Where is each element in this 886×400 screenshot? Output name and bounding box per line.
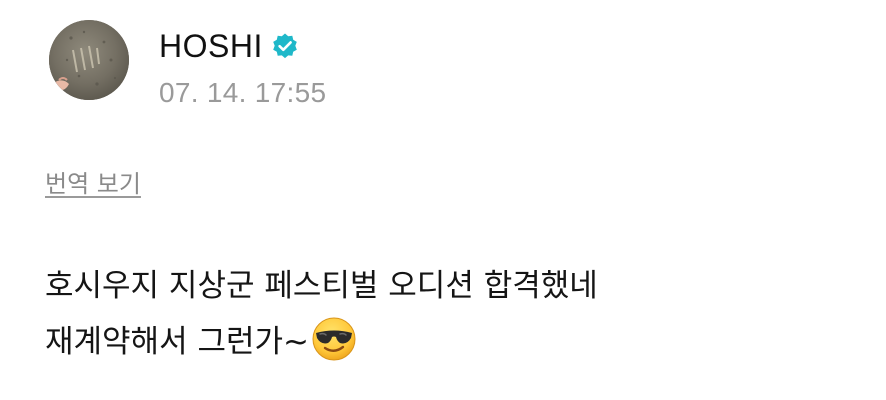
avatar-photo-icon [49, 20, 129, 100]
smiling-face-with-sunglasses-icon [311, 316, 357, 362]
translate-link[interactable]: 번역 보기 [45, 168, 141, 200]
author-header: HOSHI [159, 26, 299, 66]
author-avatar[interactable] [49, 20, 129, 100]
post-text-line-1: 호시우지 지상군 페스티벌 오디션 합격했네 [45, 268, 598, 304]
post-text-line-2-text: 재계약해서 그런가~ [45, 324, 309, 360]
verified-badge-icon [271, 32, 299, 60]
post-text: 호시우지 지상군 페스티벌 오디션 합격했네 재계약해서 그런가~ [45, 258, 865, 370]
post-timestamp: 07. 14. 17:55 [159, 77, 327, 108]
post-text-line-2: 재계약해서 그런가~ [45, 314, 865, 370]
author-name[interactable]: HOSHI [159, 26, 263, 66]
